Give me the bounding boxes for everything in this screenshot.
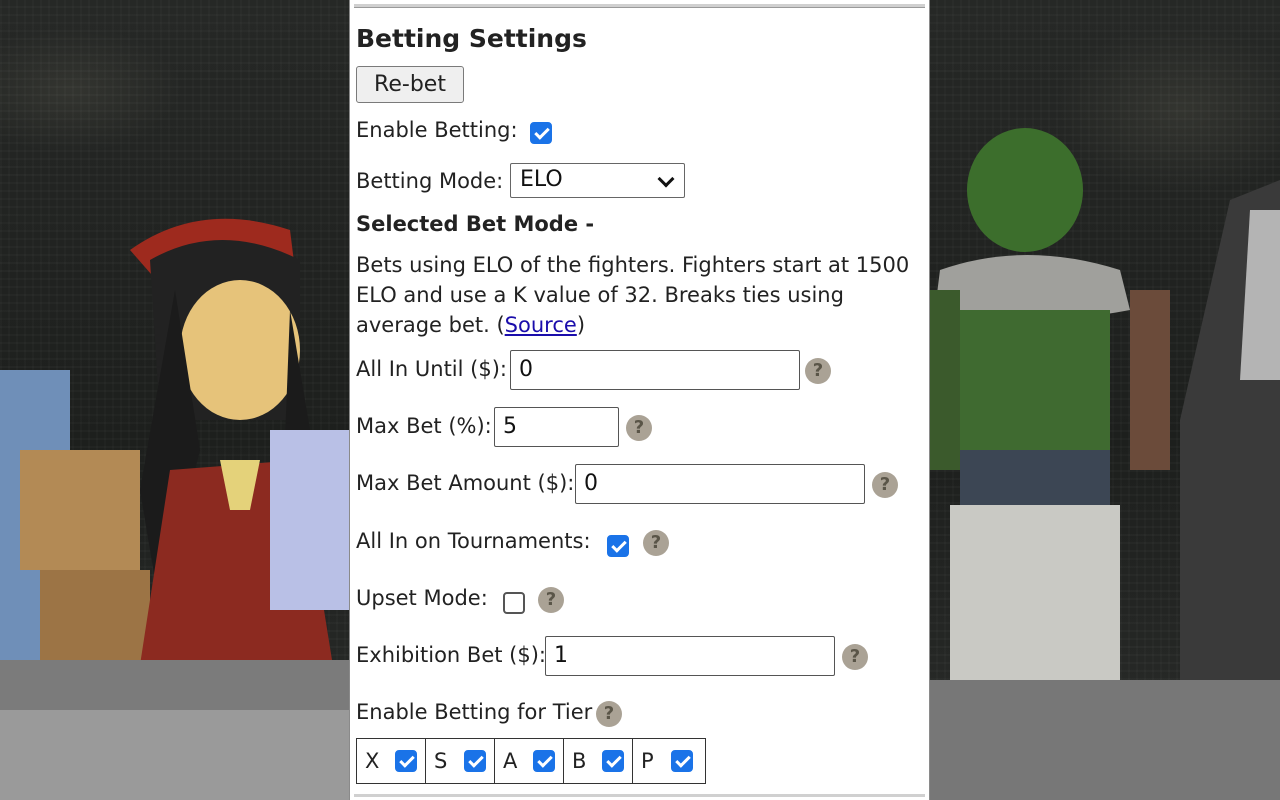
exhibition-bet-label: Exhibition Bet ($):: [356, 643, 546, 667]
max-bet-amount-label: Max Bet Amount ($):: [356, 471, 575, 495]
all-in-until-input[interactable]: 0: [510, 350, 800, 390]
exhibition-bet-input[interactable]: 1: [545, 636, 835, 676]
tier-betting-label: Enable Betting for Tier: [356, 700, 593, 724]
help-icon[interactable]: ?: [872, 472, 898, 498]
left-fighter-sprite: [0, 218, 350, 800]
tier-label: B: [572, 749, 587, 773]
betting-mode-value: ELO: [520, 167, 563, 192]
tier-label: A: [503, 749, 518, 773]
enable-betting-label: Enable Betting:: [356, 118, 518, 142]
bottom-divider: [354, 794, 925, 797]
tier-cell-p: P: [633, 739, 705, 783]
betting-mode-select[interactable]: ELO: [510, 163, 685, 198]
enable-betting-checkbox[interactable]: [530, 122, 552, 144]
tier-cell-b: B: [564, 739, 633, 783]
all-in-until-label: All In Until ($):: [356, 357, 507, 381]
mode-description-close: ): [576, 313, 586, 337]
upset-mode-checkbox[interactable]: [503, 592, 525, 614]
tier-x-checkbox[interactable]: [395, 750, 417, 772]
source-link[interactable]: Source: [505, 313, 577, 337]
help-icon[interactable]: ?: [596, 701, 622, 727]
max-bet-percent-label: Max Bet (%):: [356, 414, 492, 438]
panel-title: Betting Settings: [356, 24, 587, 53]
betting-mode-label: Betting Mode:: [356, 169, 504, 193]
help-icon[interactable]: ?: [643, 530, 669, 556]
top-divider: [354, 4, 925, 8]
help-icon[interactable]: ?: [538, 587, 564, 613]
tier-cell-a: A: [495, 739, 564, 783]
all-in-tournaments-checkbox[interactable]: [607, 535, 629, 557]
tier-label: P: [641, 749, 654, 773]
max-bet-amount-input[interactable]: 0: [575, 464, 865, 504]
max-bet-percent-input[interactable]: 5: [494, 407, 619, 447]
upset-mode-label: Upset Mode:: [356, 586, 488, 610]
help-icon[interactable]: ?: [842, 644, 868, 670]
tier-cell-s: S: [426, 739, 495, 783]
mode-description: Bets using ELO of the fighters. Fighters…: [356, 250, 926, 340]
tier-label: S: [434, 749, 448, 773]
tier-label: X: [365, 749, 380, 773]
all-in-tournaments-label: All In on Tournaments:: [356, 529, 591, 553]
mode-description-text: Bets using ELO of the fighters. Fighters…: [356, 253, 910, 337]
tier-p-checkbox[interactable]: [671, 750, 693, 772]
tier-s-checkbox[interactable]: [464, 750, 486, 772]
help-icon[interactable]: ?: [805, 358, 831, 384]
right-fighter-sprite: [930, 128, 1280, 800]
chevron-down-icon: [657, 170, 675, 188]
tier-cell-x: X: [357, 739, 426, 783]
tier-b-checkbox[interactable]: [602, 750, 624, 772]
rebet-button[interactable]: Re-bet: [356, 66, 464, 103]
selected-mode-heading: Selected Bet Mode -: [356, 212, 595, 236]
help-icon[interactable]: ?: [626, 415, 652, 441]
tier-a-checkbox[interactable]: [533, 750, 555, 772]
betting-settings-panel: Betting Settings Re-bet Enable Betting: …: [349, 0, 930, 800]
tier-checkbox-group: X S A B P: [356, 738, 706, 784]
